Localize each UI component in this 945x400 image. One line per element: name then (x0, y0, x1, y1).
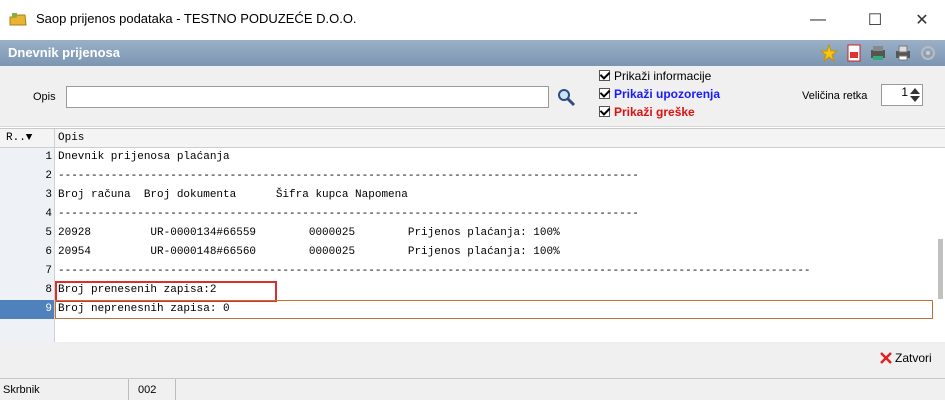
column-header-row[interactable]: R..▼ (6, 132, 32, 144)
table-row[interactable]: 1 Dnevnik prijenosa plaćanja (0, 148, 945, 167)
close-button[interactable]: Zatvori (895, 351, 932, 365)
row-text: ----------------------------------------… (58, 208, 639, 220)
status-user: Skrbnik (3, 384, 40, 396)
status-bar: Skrbnik 002 (0, 378, 945, 400)
row-number: 9 (45, 303, 52, 315)
table-row[interactable]: 6 20954 UR-0000148#66560 0000025 Prijenos… (0, 243, 945, 262)
maximize-button[interactable]: ☐ (852, 4, 898, 36)
export-icon[interactable] (869, 44, 887, 62)
spinner-arrows-icon[interactable] (908, 85, 922, 105)
row-text: ----------------------------------------… (58, 265, 811, 277)
table-row-selected[interactable]: 9 Broj neprenesnih zapisa: 0 (0, 300, 945, 319)
close-icon: ✕ (915, 12, 929, 29)
settings-icon[interactable] (919, 44, 937, 62)
table-row[interactable]: 8 Broj prenesenih zapisa:2 (0, 281, 945, 302)
table-row[interactable]: 3 Broj računa Broj dokumenta Šifra kupca … (0, 186, 945, 205)
row-number: 3 (45, 189, 52, 201)
minimize-icon: — (810, 11, 826, 28)
table-row[interactable]: 2 ---------------------------------------… (0, 167, 945, 186)
row-size-label: Veličina retka (802, 90, 868, 102)
table-row[interactable]: 7 ---------------------------------------… (0, 262, 945, 281)
section-header: Dnevnik prijenosa (0, 40, 945, 66)
column-header-opis[interactable]: Opis (58, 132, 84, 144)
row-number: 2 (45, 170, 52, 182)
table-row[interactable]: 4 ---------------------------------------… (0, 205, 945, 224)
column-separator (54, 129, 55, 147)
search-icon[interactable] (556, 87, 576, 107)
grid-header: R..▼ Opis (0, 129, 945, 148)
highlight-box (55, 281, 277, 302)
section-title: Dnevnik prijenosa (8, 45, 120, 60)
vertical-scrollbar[interactable] (938, 239, 943, 299)
maximize-icon: ☐ (867, 12, 883, 29)
row-text: Broj računa Broj dokumenta Šifra kupca N… (58, 189, 408, 201)
row-number: 8 (45, 284, 52, 296)
log-grid: R..▼ Opis 1 Dnevnik prijenosa plaćanja 2-… (0, 128, 945, 343)
action-bar (0, 342, 945, 378)
show-info-checkbox[interactable] (599, 70, 610, 81)
show-errors-checkbox[interactable] (599, 106, 610, 117)
row-number: 4 (45, 208, 52, 220)
status-segment-user: Skrbnik (0, 379, 129, 400)
show-warnings-checkbox[interactable] (599, 88, 610, 99)
row-number: 6 (45, 246, 52, 258)
row-number: 1 (45, 151, 52, 163)
pdf-icon[interactable] (845, 44, 863, 62)
table-row[interactable]: 5 20928 UR-0000134#66559 0000025 Prijenos… (0, 224, 945, 243)
row-text: ----------------------------------------… (58, 170, 639, 182)
row-number: 7 (45, 265, 52, 277)
star-icon[interactable] (820, 44, 838, 62)
close-x-icon[interactable] (879, 351, 893, 365)
opis-label: Opis (33, 91, 56, 103)
selection-box (55, 300, 933, 319)
print-icon[interactable] (894, 44, 912, 62)
show-errors-label: Prikaži greške (614, 105, 695, 119)
row-text: Dnevnik prijenosa plaćanja (58, 151, 230, 163)
show-warnings-label: Prikaži upozorenja (614, 87, 721, 101)
window-title: Saop prijenos podataka - TESTNO PODUZEĆE… (36, 11, 357, 26)
row-text: 20954 UR-0000148#66560 0000025 Prijenos … (58, 246, 560, 258)
close-window-button[interactable]: ✕ (899, 4, 945, 36)
show-info-label: Prikaži informacije (614, 69, 712, 83)
row-number: 5 (45, 227, 52, 239)
opis-search-input[interactable] (66, 86, 549, 108)
status-segment-code: 002 (129, 379, 176, 400)
status-code: 002 (138, 384, 157, 396)
app-icon (9, 13, 27, 26)
title-bar: Saop prijenos podataka - TESTNO PODUZEĆE… (0, 0, 945, 40)
row-text: 20928 UR-0000134#66559 0000025 Prijenos … (58, 227, 560, 239)
minimize-button[interactable]: — (795, 4, 841, 36)
